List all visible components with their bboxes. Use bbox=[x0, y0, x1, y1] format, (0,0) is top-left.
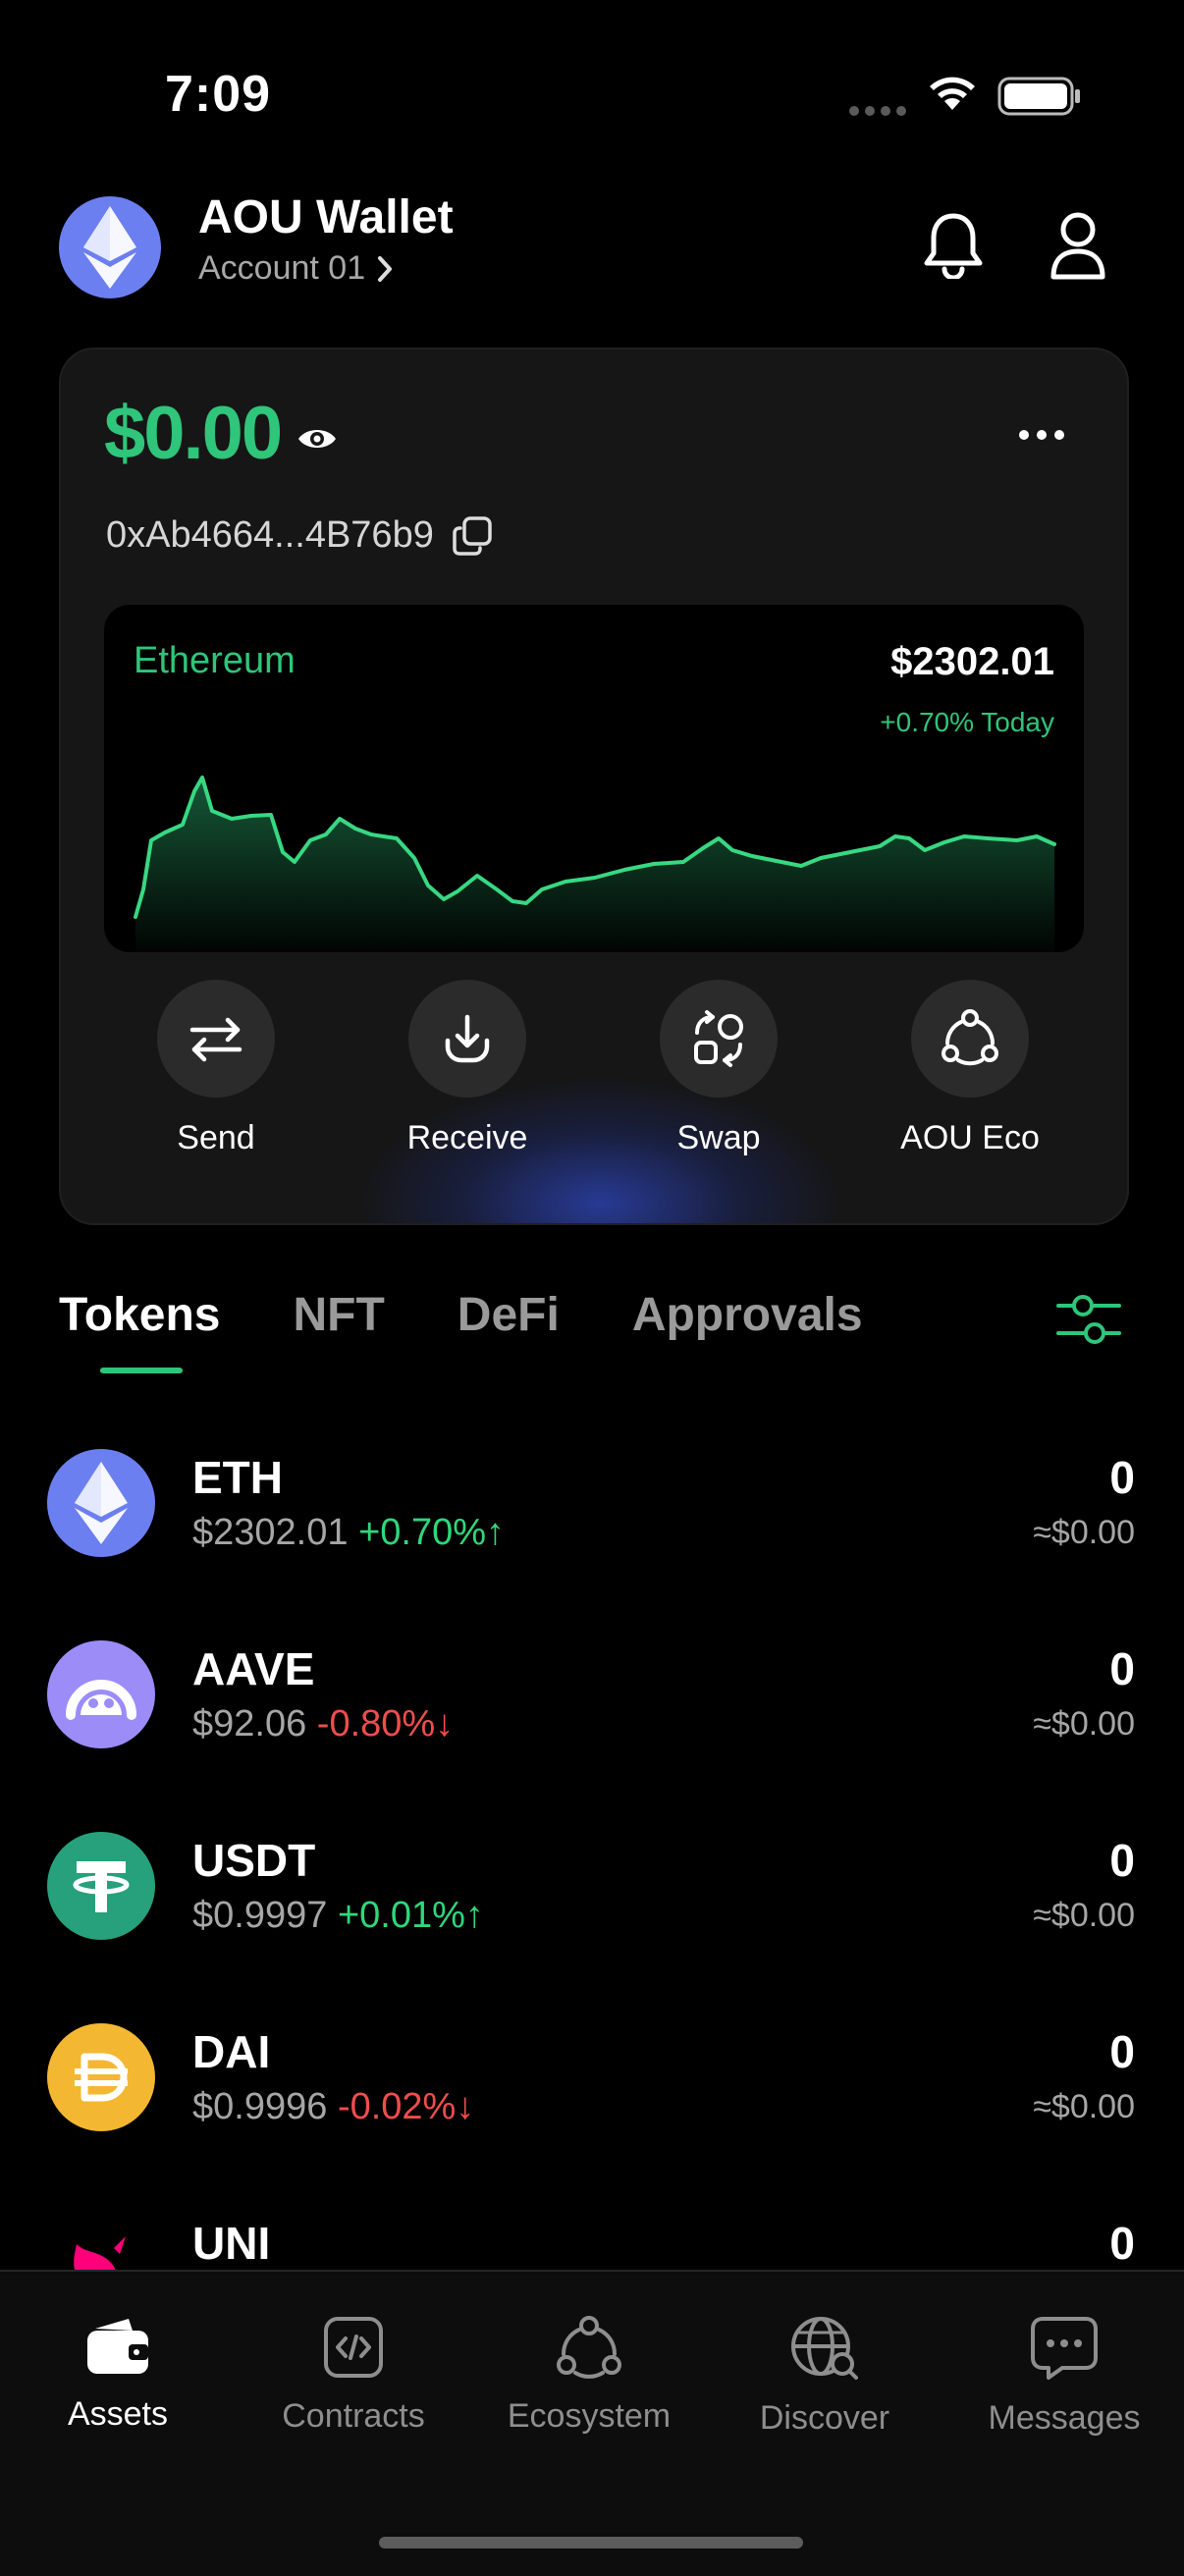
wallet-icon bbox=[87, 2319, 148, 2374]
token-row-uni[interactable]: UNI 0 bbox=[0, 2199, 1184, 2270]
token-change: -0.02% bbox=[337, 2086, 457, 2127]
battery-icon bbox=[997, 77, 1082, 121]
send-label: Send bbox=[177, 1119, 255, 1156]
nav-messages-label: Messages bbox=[988, 2399, 1141, 2437]
token-row-dai[interactable]: DAI $0.9996 -0.02%↓ 0 ≈$0.00 bbox=[0, 2008, 1184, 2199]
nav-assets-label: Assets bbox=[67, 2395, 169, 2433]
more-options-icon[interactable] bbox=[1017, 428, 1066, 447]
dai-icon bbox=[47, 2023, 155, 2131]
token-price: $2302.01 bbox=[192, 1512, 349, 1553]
token-balance: 0 bbox=[1109, 2026, 1135, 2077]
aou-eco-button[interactable]: AOU Eco bbox=[844, 980, 1096, 1157]
nav-discover[interactable]: Discover bbox=[707, 2315, 942, 2438]
contract-icon bbox=[324, 2317, 383, 2378]
total-balance: $0.00 bbox=[104, 392, 283, 475]
token-change: -0.80% bbox=[316, 1703, 436, 1744]
tab-tokens[interactable]: Tokens bbox=[59, 1288, 220, 1342]
tab-approvals[interactable]: Approvals bbox=[632, 1288, 863, 1342]
send-button[interactable]: Send bbox=[90, 980, 342, 1157]
wifi-icon bbox=[927, 73, 978, 117]
eth-icon bbox=[47, 1449, 155, 1557]
token-price: $0.9996 bbox=[192, 2086, 328, 2127]
receive-label: Receive bbox=[406, 1119, 528, 1156]
nav-discover-label: Discover bbox=[759, 2399, 890, 2437]
copy-icon[interactable] bbox=[452, 515, 493, 557]
wallet-avatar[interactable] bbox=[59, 196, 161, 298]
token-symbol: DAI bbox=[192, 2026, 271, 2077]
tab-defi[interactable]: DeFi bbox=[457, 1288, 560, 1342]
wallet-address[interactable]: 0xAb4664...4B76b9 bbox=[106, 514, 493, 557]
ethereum-icon bbox=[83, 206, 136, 289]
nav-ecosystem[interactable]: Ecosystem bbox=[471, 2315, 707, 2436]
token-price-line: $0.9996 -0.02%↓ bbox=[192, 2086, 474, 2128]
token-row-usdt[interactable]: USDT $0.9997 +0.01%↑ 0 ≈$0.00 bbox=[0, 1816, 1184, 2008]
sparkline bbox=[134, 776, 1056, 952]
token-symbol: UNI bbox=[192, 2218, 271, 2269]
profile-icon[interactable] bbox=[1049, 210, 1107, 286]
token-value: ≈$0.00 bbox=[1033, 1514, 1135, 1551]
message-icon bbox=[1031, 2317, 1098, 2380]
aave-icon bbox=[47, 1640, 155, 1748]
nav-ecosystem-label: Ecosystem bbox=[507, 2397, 672, 2435]
nav-assets[interactable]: Assets bbox=[0, 2315, 236, 2434]
token-value: ≈$0.00 bbox=[1033, 2088, 1135, 2125]
token-balance: 0 bbox=[1109, 2218, 1135, 2269]
swap-label: Swap bbox=[676, 1119, 761, 1156]
chevron-right-icon bbox=[378, 255, 393, 282]
token-value: ≈$0.00 bbox=[1033, 1705, 1135, 1743]
swap-icon bbox=[660, 980, 778, 1098]
token-row-aave[interactable]: AAVE $92.06 -0.80%↓ 0 ≈$0.00 bbox=[0, 1625, 1184, 1816]
tab-nft[interactable]: NFT bbox=[293, 1288, 384, 1342]
ecosystem-icon bbox=[557, 2316, 621, 2379]
globe-search-icon bbox=[791, 2317, 858, 2380]
token-value: ≈$0.00 bbox=[1033, 1897, 1135, 1934]
arrow-up-icon: ↑ bbox=[464, 1895, 484, 1936]
token-price-line: $2302.01 +0.70%↑ bbox=[192, 1512, 505, 1554]
token-price: $92.06 bbox=[192, 1703, 307, 1744]
aou-eco-label: AOU Eco bbox=[900, 1119, 1040, 1156]
active-tab-indicator bbox=[100, 1368, 183, 1373]
quick-actions: Send Receive Swap AOU Eco bbox=[61, 980, 1127, 1157]
eco-icon bbox=[911, 980, 1029, 1098]
account-selector[interactable]: Account 01 bbox=[198, 249, 395, 288]
swap-button[interactable]: Swap bbox=[593, 980, 844, 1157]
token-price-line: $92.06 -0.80%↓ bbox=[192, 1703, 454, 1745]
asset-tabs: Tokens NFT DeFi Approvals bbox=[59, 1288, 936, 1342]
home-indicator bbox=[379, 2537, 803, 2549]
nav-messages[interactable]: Messages bbox=[946, 2315, 1182, 2438]
token-symbol: ETH bbox=[192, 1452, 283, 1503]
token-change: +0.01% bbox=[337, 1895, 465, 1936]
wallet-name[interactable]: AOU Wallet bbox=[198, 190, 454, 244]
receive-button[interactable]: Receive bbox=[342, 980, 593, 1157]
token-symbol: AAVE bbox=[192, 1643, 315, 1694]
token-price-line: $0.9997 +0.01%↑ bbox=[192, 1895, 484, 1937]
account-label: Account 01 bbox=[198, 249, 366, 287]
receive-icon bbox=[408, 980, 526, 1098]
token-row-eth[interactable]: ETH $2302.01 +0.70%↑ 0 ≈$0.00 bbox=[0, 1433, 1184, 1625]
arrow-down-icon: ↓ bbox=[456, 2086, 475, 2127]
signal-icon bbox=[848, 104, 907, 123]
token-balance: 0 bbox=[1109, 1835, 1135, 1886]
wallet-card: $0.00 0xAb4664...4B76b9 Ethereum $2302.0… bbox=[59, 348, 1129, 1225]
token-balance: 0 bbox=[1109, 1643, 1135, 1694]
eye-icon[interactable] bbox=[296, 424, 338, 458]
price-chart[interactable]: Ethereum $2302.01 +0.70% Today bbox=[104, 605, 1084, 952]
send-icon bbox=[157, 980, 275, 1098]
address-text: 0xAb4664...4B76b9 bbox=[106, 514, 434, 556]
bell-icon[interactable] bbox=[923, 210, 984, 284]
bottom-nav: Assets Contracts Ecosystem Discover Mess… bbox=[0, 2270, 1184, 2576]
arrow-up-icon: ↑ bbox=[486, 1512, 506, 1553]
filter-icon[interactable] bbox=[1056, 1290, 1121, 1354]
token-symbol: USDT bbox=[192, 1835, 316, 1886]
uni-icon bbox=[47, 2215, 155, 2270]
arrow-down-icon: ↓ bbox=[435, 1703, 455, 1744]
status-time: 7:09 bbox=[165, 66, 272, 123]
token-balance: 0 bbox=[1109, 1452, 1135, 1503]
token-price: $0.9997 bbox=[192, 1895, 328, 1936]
nav-contracts[interactable]: Contracts bbox=[236, 2315, 471, 2436]
token-change: +0.70% bbox=[358, 1512, 487, 1553]
usdt-icon bbox=[47, 1832, 155, 1940]
nav-contracts-label: Contracts bbox=[282, 2397, 425, 2435]
